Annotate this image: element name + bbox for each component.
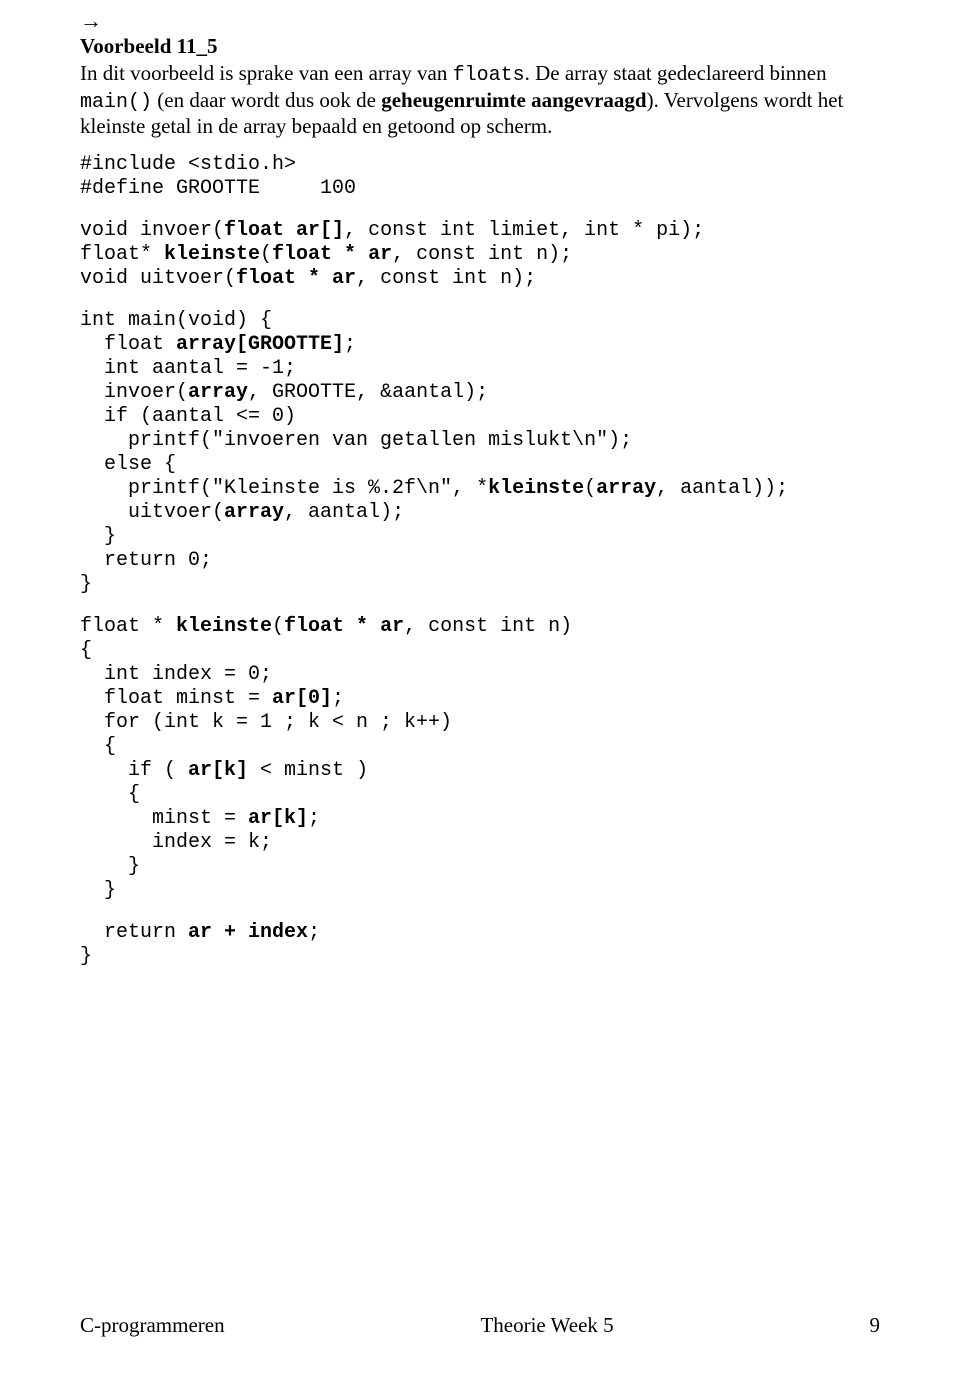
code-text: float*	[80, 243, 164, 266]
code-line: index = k;	[80, 831, 272, 854]
code-text: ;	[332, 687, 344, 710]
footer-right: 9	[869, 1313, 880, 1338]
code-bold: array	[224, 501, 284, 524]
document-page: → Voorbeeld 11_5 In dit voorbeeld is spr…	[0, 0, 960, 1376]
code-bold: array	[188, 381, 248, 404]
code-text: < minst )	[248, 759, 368, 782]
code-bold: array	[596, 477, 656, 500]
code-line: }	[80, 855, 140, 878]
code-block-declarations: void invoer(float ar[], const int limiet…	[80, 219, 880, 291]
code-line: {	[80, 735, 116, 758]
code-line: #define GROOTTE	[80, 177, 260, 200]
code-text: invoer(	[80, 381, 188, 404]
code-line: printf("invoeren van getallen mislukt\n"…	[80, 429, 632, 452]
code-bold: array[GROOTTE]	[176, 333, 344, 356]
text: (en daar wordt dus ook de	[152, 88, 381, 112]
code-block-main: int main(void) { float array[GROOTTE]; i…	[80, 309, 880, 597]
code-line: if (aantal <= 0)	[80, 405, 296, 428]
arrow-icon: →	[80, 10, 880, 32]
inline-code: floats	[453, 64, 525, 87]
code-bold: float ar[]	[224, 219, 344, 242]
footer-center: Theorie Week 5	[480, 1313, 613, 1338]
example-heading: Voorbeeld 11_5	[80, 34, 880, 59]
code-line: else {	[80, 453, 176, 476]
code-bold: kleinste	[488, 477, 584, 500]
code-text: ;	[308, 921, 320, 944]
text: . De array staat gedeclareerd binnen	[525, 61, 827, 85]
code-text: (	[584, 477, 596, 500]
code-bold: ar + index	[188, 921, 308, 944]
code-line: int main(void) {	[80, 309, 272, 332]
code-line: for (int k = 1 ; k < n ; k++)	[80, 711, 452, 734]
code-text: , GROOTTE, &aantal);	[248, 381, 488, 404]
code-line: #include <stdio.h>	[80, 153, 296, 176]
code-line: }	[80, 525, 116, 548]
code-text: , const int limiet, int * pi);	[344, 219, 704, 242]
code-line: {	[80, 783, 140, 806]
code-text: (	[260, 243, 272, 266]
code-bold: kleinste	[176, 615, 272, 638]
code-line: }	[80, 573, 92, 596]
intro-paragraph: In dit voorbeeld is sprake van een array…	[80, 61, 880, 139]
code-bold: float * ar	[272, 243, 392, 266]
code-text: float minst =	[80, 687, 272, 710]
code-text: (	[272, 615, 284, 638]
code-text: if (	[80, 759, 188, 782]
code-text: , aantal);	[284, 501, 404, 524]
page-footer: C-programmeren Theorie Week 5 9	[80, 1313, 880, 1338]
code-text: , const int n);	[392, 243, 572, 266]
code-block-return: return ar + index; }	[80, 921, 880, 969]
code-bold: float * ar	[236, 267, 356, 290]
code-block-kleinste: float * kleinste(float * ar, const int n…	[80, 615, 880, 903]
code-line: }	[80, 945, 92, 968]
code-text: float *	[80, 615, 176, 638]
code-text: , const int n)	[404, 615, 572, 638]
footer-left: C-programmeren	[80, 1313, 225, 1338]
code-text: , const int n);	[356, 267, 536, 290]
code-text: void uitvoer(	[80, 267, 236, 290]
code-text: minst =	[80, 807, 248, 830]
code-text: printf("Kleinste is %.2f\n", *	[80, 477, 488, 500]
bold-text: geheugenruimte aangevraagd	[381, 88, 646, 112]
code-line: int index = 0;	[80, 663, 272, 686]
code-text: ;	[308, 807, 320, 830]
code-bold: float * ar	[284, 615, 404, 638]
code-bold: kleinste	[164, 243, 260, 266]
code-text: return	[80, 921, 188, 944]
code-line: int aantal = -1;	[80, 357, 296, 380]
code-bold: ar[k]	[188, 759, 248, 782]
code-text: uitvoer(	[80, 501, 224, 524]
code-text: , aantal));	[656, 477, 788, 500]
code-text: 100	[260, 177, 356, 200]
code-block-prototypes: #include <stdio.h> #define GROOTTE 100	[80, 153, 880, 201]
code-text: void invoer(	[80, 219, 224, 242]
code-text: ;	[344, 333, 356, 356]
code-line: {	[80, 639, 92, 662]
inline-code: main()	[80, 91, 152, 114]
code-bold: ar[k]	[248, 807, 308, 830]
code-bold: ar[0]	[272, 687, 332, 710]
code-line: return 0;	[80, 549, 212, 572]
code-line: }	[80, 879, 116, 902]
text: In dit voorbeeld is sprake van een array…	[80, 61, 453, 85]
code-text: float	[80, 333, 176, 356]
